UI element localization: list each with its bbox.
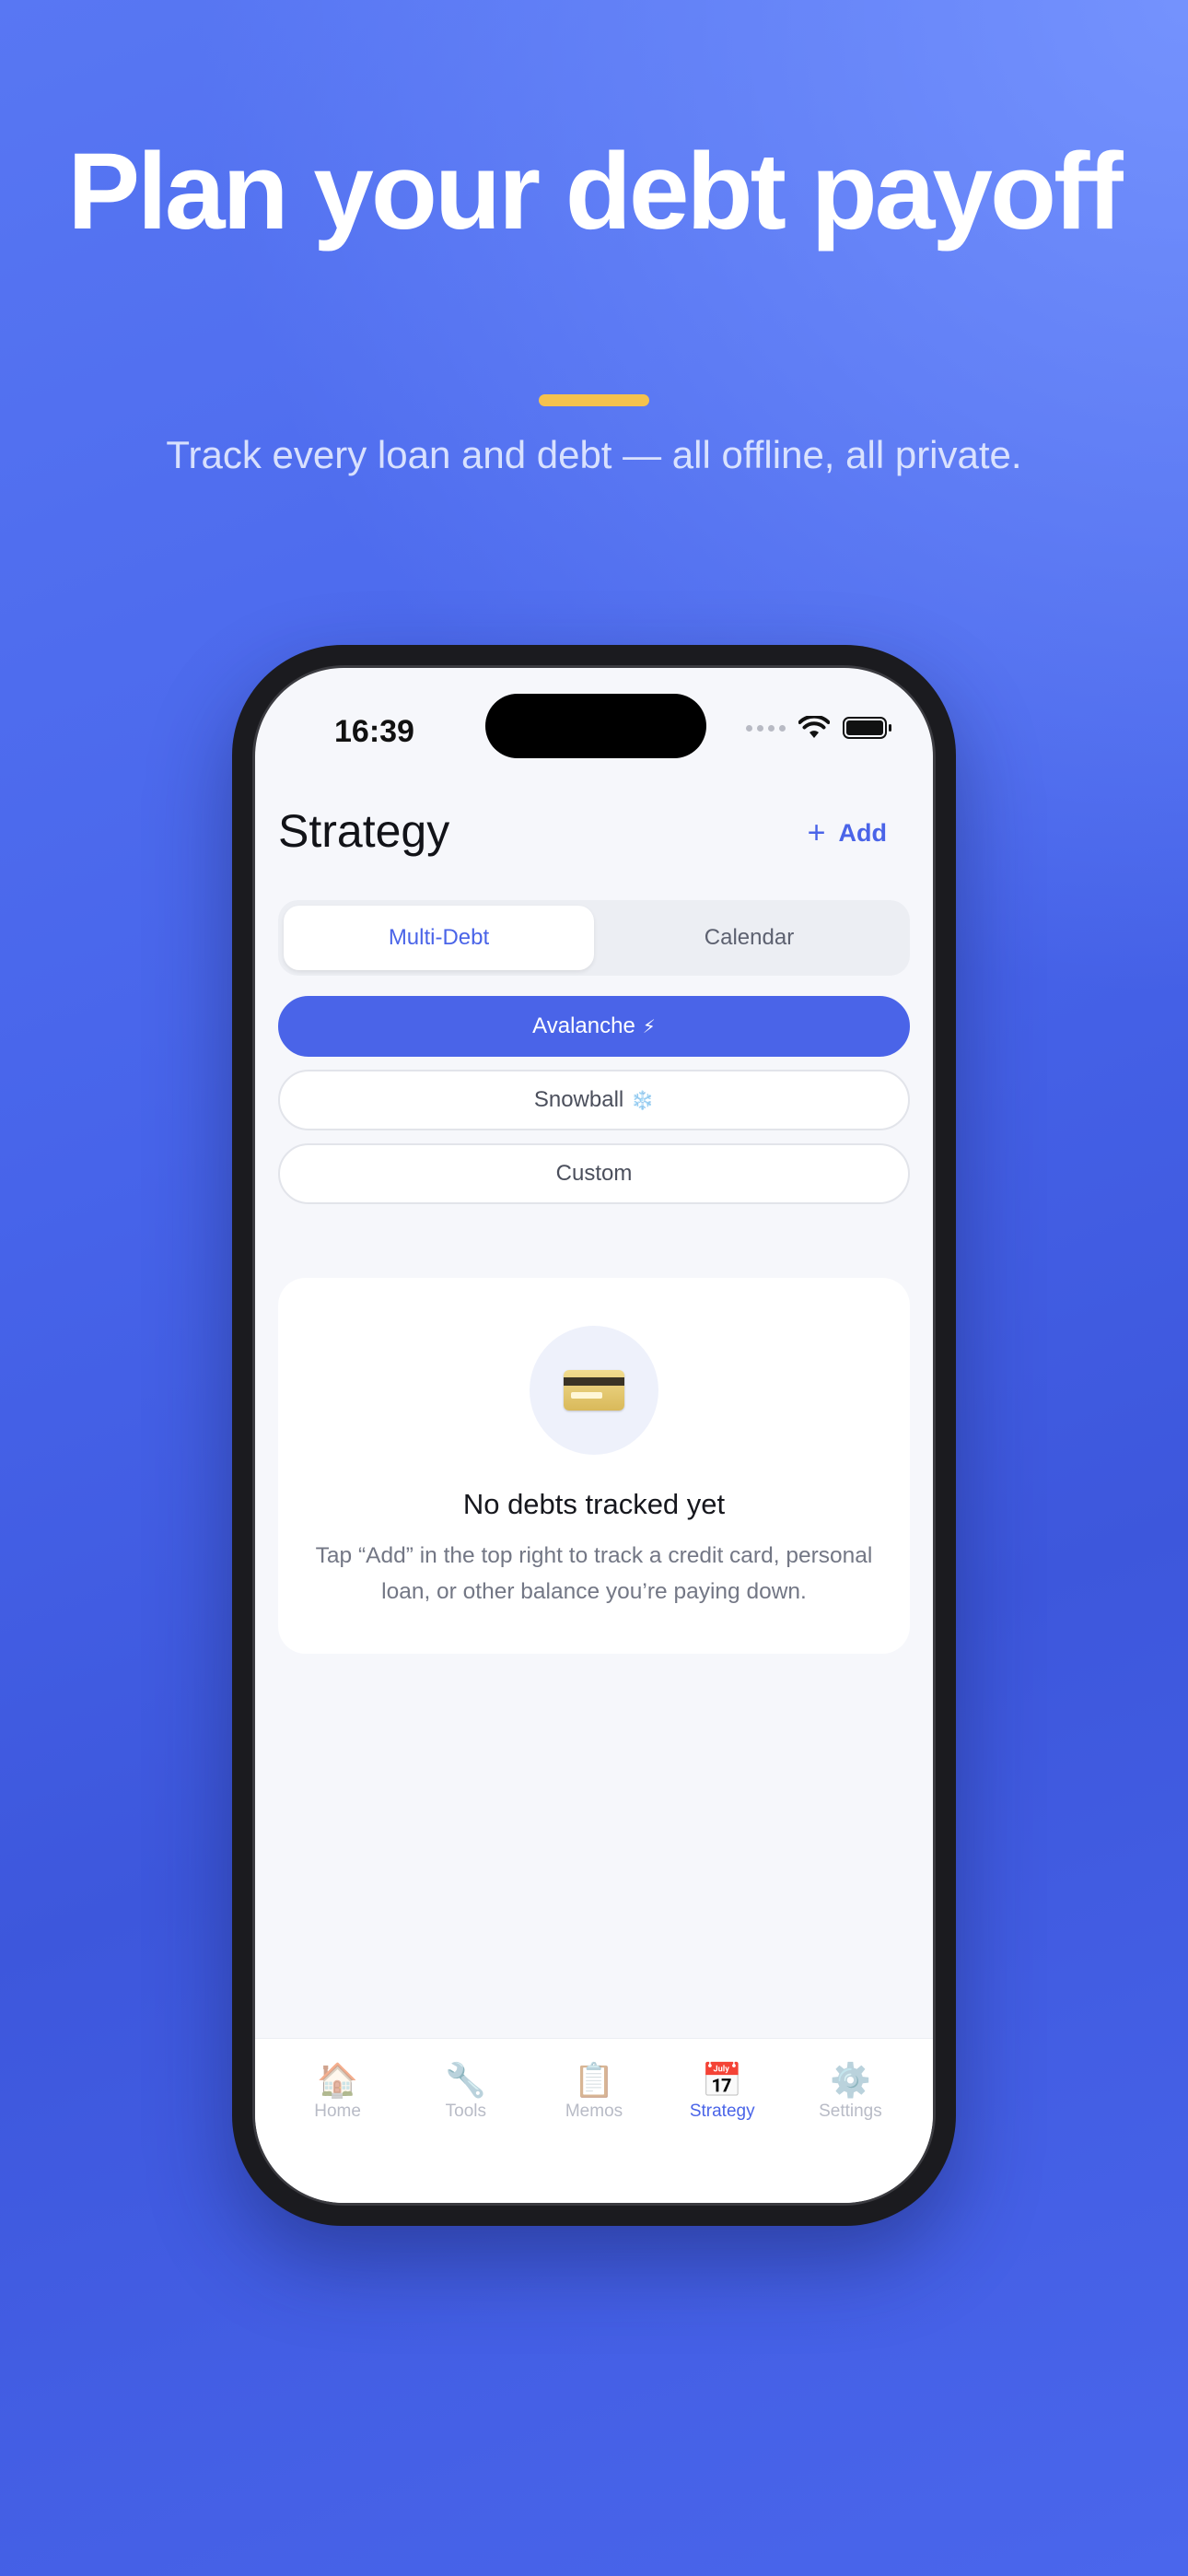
- home-icon: 🏠: [317, 2062, 359, 2100]
- custom-strategy-button[interactable]: Custom: [278, 1143, 910, 1204]
- status-time: 16:39: [334, 714, 414, 749]
- status-icons: [746, 716, 891, 740]
- empty-state-card: No debts tracked yet Tap “Add” in the to…: [278, 1278, 910, 1654]
- avalanche-label: Avalanche: [532, 1013, 635, 1038]
- add-button-label: Add: [838, 819, 887, 847]
- clipboard-icon: 📋: [573, 2062, 615, 2100]
- app-screen: 16:39 Strategy + Add Multi-Debt Calendar: [255, 668, 933, 2203]
- tabbar-item-settings[interactable]: ⚙️ Settings: [786, 2039, 914, 2203]
- mode-segmented-control: Multi-Debt Calendar: [278, 900, 910, 976]
- wrench-icon: 🔧: [445, 2062, 487, 2100]
- phone-frame: 16:39 Strategy + Add Multi-Debt Calendar: [232, 645, 956, 2226]
- accent-divider: [539, 394, 649, 406]
- dynamic-island: [485, 694, 706, 758]
- wifi-icon: [798, 716, 830, 738]
- tabbar-label-settings: Settings: [819, 2102, 882, 2121]
- page-title: Strategy: [278, 805, 450, 857]
- promo-subtitle: Track every loan and debt — all offline,…: [166, 433, 1022, 476]
- cellular-signal-icon: [746, 724, 786, 732]
- tab-multi-debt[interactable]: Multi-Debt: [284, 906, 594, 970]
- empty-state-title: No debts tracked yet: [462, 1488, 726, 1520]
- battery-icon: [843, 717, 891, 739]
- tabbar-label-home: Home: [314, 2102, 361, 2121]
- tab-calendar[interactable]: Calendar: [594, 906, 904, 970]
- empty-state-icon-circle: [530, 1326, 658, 1455]
- tabbar-label-strategy: Strategy: [689, 2102, 755, 2121]
- tabbar-label-tools: Tools: [445, 2102, 486, 2121]
- custom-label: Custom: [555, 1161, 633, 1186]
- add-debt-button[interactable]: + Add: [808, 815, 887, 851]
- plus-icon: +: [807, 815, 826, 850]
- calendar-icon: 📅: [701, 2062, 743, 2100]
- avalanche-strategy-button[interactable]: Avalanche ⚡: [278, 996, 910, 1057]
- bottom-tab-bar: 🏠 Home 🔧 Tools 📋 Memos 📅 Strategy ⚙️ Set…: [255, 2038, 933, 2203]
- snowflake-icon: ❄️: [631, 1090, 655, 1111]
- gear-icon: ⚙️: [830, 2062, 871, 2100]
- tabbar-item-strategy[interactable]: 📅 Strategy: [658, 2039, 786, 2203]
- credit-card-icon: [564, 1370, 624, 1411]
- snowball-strategy-button[interactable]: Snowball ❄️: [278, 1070, 910, 1130]
- tabbar-item-tools[interactable]: 🔧 Tools: [402, 2039, 530, 2203]
- empty-state-description: Tap “Add” in the top right to track a cr…: [315, 1543, 873, 1604]
- lightning-icon: ⚡: [642, 1016, 656, 1037]
- tabbar-label-memos: Memos: [565, 2102, 623, 2121]
- snowball-label: Snowball: [533, 1087, 624, 1112]
- tabbar-item-memos[interactable]: 📋 Memos: [530, 2039, 658, 2203]
- promo-headline: Plan your debt payoff: [67, 131, 1123, 252]
- tabbar-item-home[interactable]: 🏠 Home: [274, 2039, 402, 2203]
